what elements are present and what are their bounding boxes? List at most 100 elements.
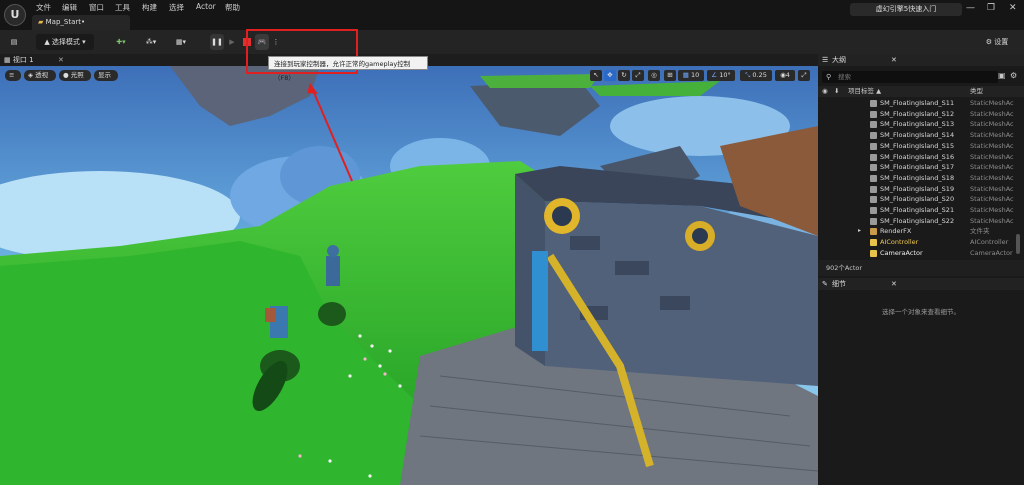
static-mesh-icon [870,207,877,214]
details-icon: ✎ [822,280,828,288]
item-type: AIController [970,238,1009,247]
level-tab[interactable]: ▰ Map_Start• [32,15,130,30]
lighting-button[interactable]: ● 光照 [59,70,91,81]
item-type: CameraActor [970,248,1013,257]
column-name[interactable]: 项目标签 ▲ [848,86,881,97]
search-input[interactable] [838,72,988,82]
list-item[interactable]: ▸ RenderFX 文件夹 [818,226,1018,237]
pause-icon[interactable]: ❚❚ [210,34,224,50]
outliner-settings-icon[interactable]: ⚙ [1010,71,1017,80]
level-icon: ▰ [38,18,46,26]
viewport-tab[interactable]: ▦ 视口 1 [4,54,34,66]
outliner-list: SM_FloatingIsland_S11 StaticMeshAc SM_Flo… [818,98,1024,260]
menu-help[interactable]: 帮助 [225,2,240,13]
list-item[interactable]: SM_FloatingIsland_S18 StaticMeshAc [818,173,1018,184]
add-folder-icon[interactable]: ▣ [998,71,1006,80]
item-name: SM_FloatingIsland_S19 [880,184,955,193]
details-panel: ✎ 细节 ✕ 选择一个对象来查看细节。 [818,276,1024,485]
level-viewport[interactable] [0,66,818,485]
menu-file[interactable]: 文件 [36,2,51,13]
item-type: StaticMeshAc [970,195,1014,204]
list-item[interactable]: SM_FloatingIsland_S11 StaticMeshAc [818,98,1018,109]
details-tab[interactable]: ✎ 细节 ✕ [818,278,1024,290]
outliner-tab[interactable]: ☰ 大纲 ✕ [818,54,1024,66]
visibility-icon[interactable]: ◉ [822,86,828,97]
show-button[interactable]: 显示 [94,70,118,81]
menu-window[interactable]: 窗口 [89,2,104,13]
select-tool-icon[interactable]: ↖ [590,70,602,81]
pin-icon[interactable]: ⬇ [834,86,839,97]
menu-actor[interactable]: Actor [196,2,216,11]
expand-arrow-icon[interactable]: ▸ [858,226,861,237]
rotation-snap[interactable]: ∠ 10° [707,70,735,81]
column-type[interactable]: 类型 [970,86,983,97]
static-mesh-icon [870,110,877,118]
item-name: SM_FloatingIsland_S14 [880,131,955,140]
list-item[interactable]: SM_FloatingIsland_S14 StaticMeshAc [818,130,1018,141]
mode-select-button[interactable]: ▲ 选择模式 ▾ [36,34,94,50]
outliner-close-icon[interactable]: ✕ [891,54,897,66]
item-type: StaticMeshAc [970,206,1014,214]
menu-edit[interactable]: 编辑 [62,2,77,13]
item-type: StaticMeshAc [970,152,1014,161]
list-item[interactable]: SM_FloatingIsland_S16 StaticMeshAc [818,152,1018,163]
settings-button[interactable]: ⚙ 设置 [976,34,1018,50]
item-name: AIController [880,238,919,247]
list-item[interactable]: SM_FloatingIsland_S13 StaticMeshAc [818,119,1018,130]
outliner-scrollbar[interactable] [1016,234,1020,254]
maximize-icon[interactable]: ❐ [987,3,995,13]
move-tool-icon[interactable]: ✥ [604,70,616,81]
viewport-menu-icon[interactable]: ≡ [5,70,21,81]
item-name: SM_FloatingIsland_S12 [880,109,955,118]
rotate-tool-icon[interactable]: ↻ [618,70,630,81]
camera-speed[interactable]: ◉4 [775,70,795,81]
outliner-panel: ☰ 大纲 ✕ ⚲ ▣ ⚙ ◉ ⬇ 项目标签 ▲ 类型 SM_FloatingIs… [818,54,1024,276]
item-name: SM_FloatingIsland_S22 [880,216,955,225]
item-type: StaticMeshAc [970,173,1014,182]
maximize-viewport-icon[interactable]: ⤢ [798,70,810,81]
list-item[interactable]: SM_FloatingIsland_S17 StaticMeshAc [818,162,1018,173]
item-name: SM_FloatingIsland_S21 [880,206,955,214]
static-mesh-icon [870,121,877,129]
list-item[interactable]: SM_FloatingIsland_S21 StaticMeshAc [818,205,1018,216]
list-item[interactable]: SM_FloatingIsland_S22 StaticMeshAc [818,216,1018,227]
menu-select[interactable]: 选择 [169,2,184,13]
static-mesh-icon [870,132,877,140]
skip-icon[interactable]: ▶ [227,34,237,50]
list-item[interactable]: CameraActor CameraActor [818,248,1018,259]
grid-snap[interactable]: ▦ 10 [678,70,704,81]
lit-icon: ● [63,71,71,79]
details-close-icon[interactable]: ✕ [891,278,897,290]
details-title: 细节 [832,280,846,288]
static-mesh-icon [870,100,877,107]
controller-icon [870,239,877,247]
settings-label: 设置 [994,38,1009,46]
list-item[interactable]: AIController AIController [818,237,1018,248]
list-item[interactable]: SM_FloatingIsland_S19 StaticMeshAc [818,184,1018,195]
item-name: CameraActor [880,248,923,257]
scale-tool-icon[interactable]: ⤢ [632,70,644,81]
outliner-icon: ☰ [822,56,829,64]
perspective-button[interactable]: ◈ 透视 [24,70,56,81]
blueprint-icon[interactable]: ⁂▾ [140,34,162,50]
close-icon[interactable]: ✕ [1009,3,1017,13]
item-type: StaticMeshAc [970,109,1014,118]
menu-tools[interactable]: 工具 [115,2,130,13]
surface-snap-icon[interactable]: ⊞ [664,70,676,81]
perspective-label: 透视 [35,71,49,79]
list-item[interactable]: SM_FloatingIsland_S12 StaticMeshAc [818,109,1018,120]
item-name: SM_FloatingIsland_S11 [880,99,955,107]
world-space-icon[interactable]: ◎ [648,70,660,81]
save-icon[interactable]: ▤ [6,34,22,50]
minimize-icon[interactable]: — [966,3,975,13]
add-content-icon[interactable]: ✚▾ [110,34,132,50]
list-item[interactable]: SM_FloatingIsland_S15 StaticMeshAc [818,141,1018,152]
scale-snap[interactable]: ⤡ 0.25 [740,70,772,81]
outliner-search[interactable]: ⚲ [822,71,998,83]
lighting-label: 光照 [70,71,84,79]
unreal-logo-icon[interactable]: U [4,4,26,26]
cinematics-icon[interactable]: ▦▾ [170,34,192,50]
menu-build[interactable]: 构建 [142,2,157,13]
list-item[interactable]: SM_FloatingIsland_S20 StaticMeshAc [818,194,1018,205]
viewport-close-icon[interactable]: ✕ [58,54,64,66]
